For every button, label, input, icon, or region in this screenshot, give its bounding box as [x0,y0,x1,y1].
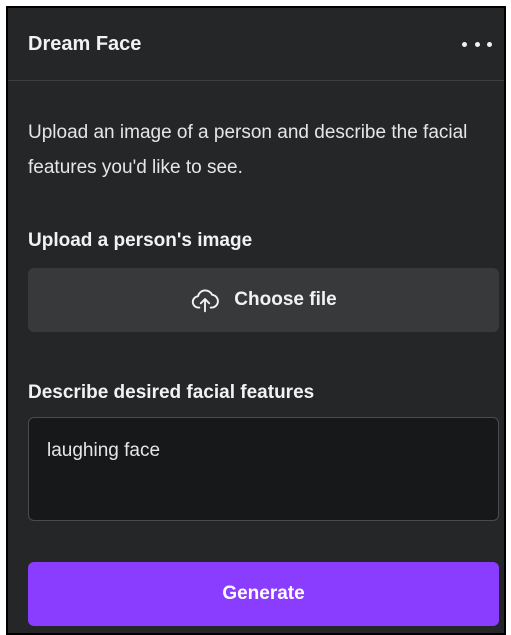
panel-header: Dream Face [8,8,504,81]
cloud-upload-icon [192,289,220,313]
more-horizontal-icon [462,41,467,47]
choose-file-button[interactable]: Choose file [28,268,499,332]
dream-face-panel: Dream Face Upload an image of a person a… [6,6,506,635]
intro-description: Upload an image of a person and describe… [28,122,468,178]
more-options-button[interactable] [462,32,492,56]
facial-features-input[interactable]: laughing face [28,417,499,521]
choose-file-label: Choose file [234,289,337,310]
features-label: Describe desired facial features [28,382,315,403]
upload-label: Upload a person's image [28,230,253,251]
generate-label: Generate [222,583,305,604]
generate-button[interactable]: Generate [28,562,499,626]
panel-title: Dream Face [28,33,142,55]
more-horizontal-icon-dot [487,41,492,47]
more-horizontal-icon-dot [474,41,480,47]
